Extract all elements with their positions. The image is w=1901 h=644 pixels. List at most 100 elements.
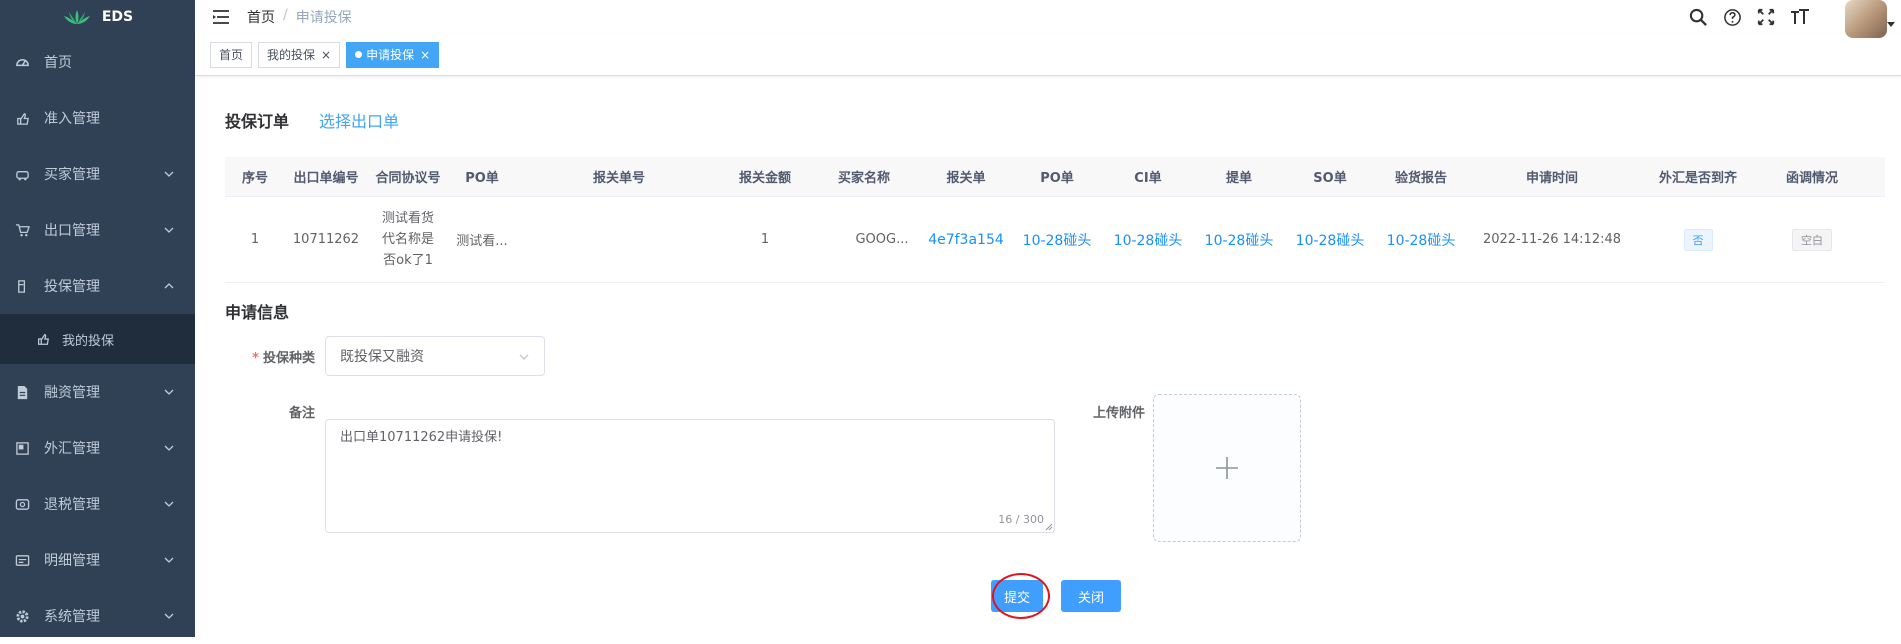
- sidebar-item-details[interactable]: 明细管理: [0, 532, 195, 588]
- clipboard-icon: [14, 278, 30, 294]
- cell-customs-amount: 1: [760, 232, 770, 247]
- column-header: 提单: [1225, 171, 1252, 186]
- chevron-down-icon: [164, 171, 174, 177]
- order-section-header: 投保订单 选择出口单: [225, 108, 399, 132]
- column-header: 函调情况: [1785, 171, 1838, 186]
- avatar[interactable]: [1845, 0, 1887, 38]
- close-icon[interactable]: ×: [420, 48, 430, 62]
- refund-icon: [14, 496, 30, 512]
- po-doc-link[interactable]: 10-28碰头: [1011, 230, 1103, 250]
- insurance-type-select[interactable]: 既投保又融资: [325, 336, 545, 376]
- close-button[interactable]: 关闭: [1061, 580, 1121, 612]
- sidebar-item-buyer[interactable]: 买家管理: [0, 146, 195, 202]
- column-header: 报关金额: [738, 171, 791, 186]
- cell-contract-no: 测试看货代名称是否ok了1: [381, 211, 434, 268]
- column-header: 序号: [241, 171, 268, 186]
- column-header: 买家名称: [837, 171, 890, 186]
- dashboard-icon: [14, 54, 30, 70]
- order-table: 序号 出口单编号 合同协议号 PO单 报关单号 报关金额 买家名称 报关单 PO…: [225, 157, 1885, 283]
- column-header: 验货报告: [1394, 171, 1447, 186]
- sidebar-item-tax-refund[interactable]: 退税管理: [0, 476, 195, 532]
- font-size-icon[interactable]: [1789, 6, 1811, 28]
- column-header: 出口单编号: [293, 171, 359, 186]
- sidebar-item-forex[interactable]: 外汇管理: [0, 420, 195, 476]
- chevron-down-icon: [164, 557, 174, 563]
- gear-icon: [14, 608, 30, 624]
- column-header: 报关单号: [592, 171, 645, 186]
- caret-down-icon[interactable]: [1887, 22, 1895, 28]
- breadcrumb: 首页 / 申请投保: [247, 7, 352, 27]
- inspection-report-link[interactable]: 10-28碰头: [1375, 230, 1467, 250]
- tag-apply-insurance[interactable]: 申请投保 ×: [346, 41, 440, 68]
- chevron-down-icon: [519, 354, 529, 360]
- sidebar-item-access[interactable]: 准入管理: [0, 90, 195, 146]
- chevron-down-icon: [164, 389, 174, 395]
- remark-textarea[interactable]: 出口单10711262申请投保! 16 / 300: [325, 419, 1055, 533]
- required-mark: *: [252, 351, 259, 366]
- select-export-order-link[interactable]: 选择出口单: [319, 108, 399, 132]
- sidebar-subitem-my-insurance[interactable]: 我的投保: [0, 314, 195, 364]
- exchange-icon: [14, 440, 30, 456]
- sidebar-item-insurance[interactable]: 投保管理: [0, 258, 195, 314]
- cell-apply-time: 2022-11-26 14:12:48: [1482, 232, 1622, 247]
- column-header: 外汇是否到齐: [1658, 171, 1737, 186]
- table-header: 序号 出口单编号 合同协议号 PO单 报关单号 报关金额 买家名称 报关单 PO…: [225, 157, 1885, 197]
- upload-attachment-area[interactable]: [1153, 394, 1301, 542]
- tag-my-insurance[interactable]: 我的投保 ×: [258, 41, 341, 68]
- status-badge: 否: [1683, 228, 1713, 251]
- resize-handle-icon[interactable]: [1045, 523, 1053, 531]
- insurance-type-label-text: 投保种类: [262, 351, 315, 366]
- sidebar: EDS 首页 准入管理 买家管理 出口管理 投保管理 我的投保 融资管理 外汇管…: [0, 0, 195, 637]
- breadcrumb-home[interactable]: 首页: [247, 7, 275, 27]
- sidebar-subitem-label: 我的投保: [62, 333, 115, 349]
- sidebar-item-label: 退税管理: [44, 497, 100, 513]
- status-badge: 空白: [1792, 228, 1832, 251]
- chevron-down-icon: [164, 613, 174, 619]
- column-header: SO单: [1313, 171, 1347, 186]
- sidebar-item-label: 系统管理: [44, 609, 100, 625]
- tag-label: 我的投保: [267, 48, 316, 62]
- active-dot-icon: [355, 51, 363, 58]
- help-icon[interactable]: [1721, 6, 1743, 28]
- close-icon[interactable]: ×: [321, 48, 331, 62]
- search-icon[interactable]: [1687, 6, 1709, 28]
- tags-view: 首页 我的投保 × 申请投保 ×: [195, 34, 1901, 76]
- fullscreen-icon[interactable]: [1755, 6, 1777, 28]
- tag-home[interactable]: 首页: [210, 41, 253, 68]
- lotus-logo-icon: [63, 10, 90, 24]
- right-menu: [1687, 0, 1901, 38]
- sidebar-item-home[interactable]: 首页: [0, 34, 195, 90]
- sidebar-item-system[interactable]: 系统管理: [0, 588, 195, 644]
- column-header: PO单: [1040, 171, 1074, 186]
- chevron-down-icon: [164, 445, 174, 451]
- card-icon: [14, 552, 30, 568]
- submit-button[interactable]: 提交: [991, 580, 1043, 612]
- sidebar-item-label: 准入管理: [44, 111, 100, 127]
- logo-text: EDS: [101, 9, 134, 25]
- hand-icon: [14, 110, 30, 126]
- bill-of-lading-link[interactable]: 10-28碰头: [1193, 230, 1285, 250]
- so-doc-link[interactable]: 10-28碰头: [1285, 230, 1375, 250]
- column-header: CI单: [1134, 171, 1162, 186]
- customs-doc-link[interactable]: 4e7f3a154: [921, 232, 1011, 248]
- cart-icon: [14, 222, 30, 238]
- sidebar-item-label: 外汇管理: [44, 441, 100, 457]
- cell-index: 1: [250, 232, 260, 247]
- logo[interactable]: EDS: [0, 0, 195, 34]
- sidebar-item-export[interactable]: 出口管理: [0, 202, 195, 258]
- insurance-type-label: * 投保种类: [245, 347, 315, 366]
- column-header: 报关单: [946, 171, 986, 186]
- column-header: PO单: [465, 171, 499, 186]
- document-icon: [14, 384, 30, 400]
- sidebar-item-label: 投保管理: [44, 279, 100, 295]
- chevron-down-icon: [164, 227, 174, 233]
- sidebar-item-label: 买家管理: [44, 167, 100, 183]
- hamburger-menu-icon[interactable]: [211, 7, 231, 27]
- ci-doc-link[interactable]: 10-28碰头: [1103, 230, 1193, 250]
- car-icon: [14, 166, 30, 182]
- sidebar-item-financing[interactable]: 融资管理: [0, 364, 195, 420]
- cell-po: 测试看...: [456, 234, 508, 249]
- section-title-apply: 申请信息: [225, 303, 290, 322]
- breadcrumb-current: 申请投保: [295, 10, 352, 26]
- hand-icon: [36, 332, 50, 346]
